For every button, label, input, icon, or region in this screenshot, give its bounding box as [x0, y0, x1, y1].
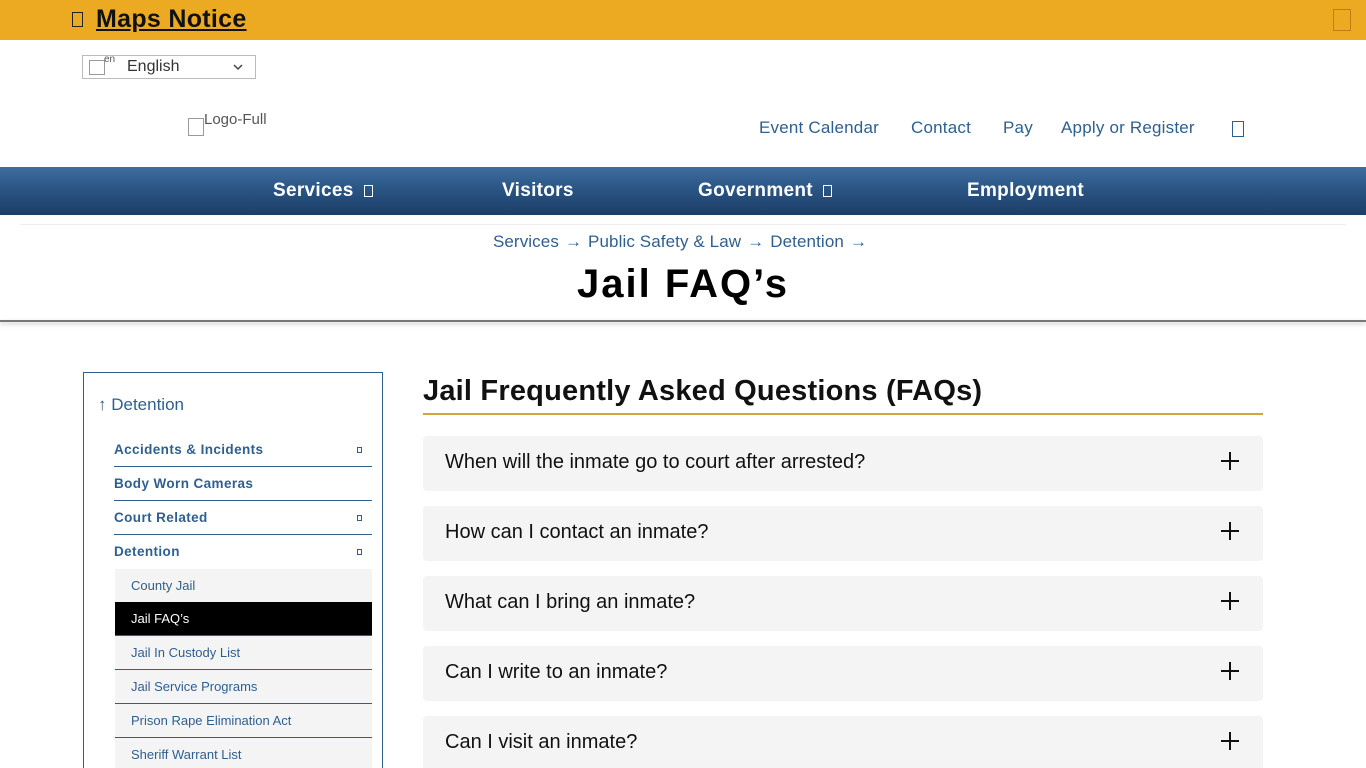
sidebar-subitem-jail-service-programs[interactable]: Jail Service Programs	[115, 670, 372, 704]
sidebar-subitem-prison-rape-elimination-act[interactable]: Prison Rape Elimination Act	[115, 704, 372, 738]
divider	[20, 224, 1346, 225]
nav-services-label: Services	[273, 180, 354, 201]
language-select[interactable]: en English	[82, 54, 256, 79]
language-label: English	[127, 58, 180, 75]
plus-icon[interactable]	[1221, 592, 1239, 610]
breadcrumb-services[interactable]: Services	[493, 232, 559, 251]
apply-or-register-link[interactable]: Apply or Register	[1061, 118, 1195, 138]
sidebar-item-accidents-incidents[interactable]: Accidents & Incidents	[114, 433, 372, 467]
breadcrumb-separator: →	[564, 232, 583, 251]
faq-question: Can I visit an inmate?	[445, 731, 638, 753]
faq-question: How can I contact an inmate?	[445, 521, 709, 543]
chevron-down-icon	[822, 185, 832, 197]
breadcrumb: Services → Public Safety & Law → Detention →	[0, 232, 1366, 252]
faq-question: What can I bring an inmate?	[445, 591, 696, 613]
faq-question: Can I write to an inmate?	[445, 661, 668, 683]
sidebar: ↑ Detention Accidents & Incidents Body W…	[83, 372, 383, 768]
faq-item[interactable]: When will the inmate go to court after a…	[423, 436, 1263, 491]
nav-services[interactable]: Services	[273, 180, 373, 202]
flag-alt-text: en	[104, 54, 116, 65]
plus-icon[interactable]	[1221, 732, 1239, 750]
sidebar-item-label: Detention	[114, 544, 180, 559]
sidebar-subitem-label: Jail FAQ’s	[131, 611, 190, 626]
sidebar-item-detention[interactable]: Detention	[114, 535, 372, 569]
logo-alt-text: Logo-Full	[204, 111, 267, 128]
sidebar-subitem-sheriff-warrant-list[interactable]: Sheriff Warrant List	[115, 738, 372, 768]
nav-government-label: Government	[698, 180, 813, 201]
warning-icon	[72, 12, 83, 27]
expand-icon[interactable]	[357, 447, 362, 453]
sidebar-item-label: Accidents & Incidents	[114, 442, 264, 457]
nav-employment[interactable]: Employment	[967, 180, 1084, 202]
event-calendar-link[interactable]: Event Calendar	[759, 118, 879, 138]
contact-link[interactable]: Contact	[911, 118, 971, 138]
sidebar-subitem-jail-faqs[interactable]: Jail FAQ’s	[115, 602, 372, 636]
chevron-down-icon	[363, 185, 373, 197]
sidebar-parent-link[interactable]: ↑ Detention	[98, 395, 184, 415]
pay-link[interactable]: Pay	[1003, 118, 1033, 138]
plus-icon[interactable]	[1221, 662, 1239, 680]
faq-item[interactable]: Can I write to an inmate?	[423, 646, 1263, 701]
sidebar-item-court-related[interactable]: Court Related	[114, 501, 372, 535]
sidebar-item-label: Court Related	[114, 510, 208, 525]
sidebar-subitem-label: Jail Service Programs	[131, 679, 258, 694]
chevron-down-icon	[233, 64, 243, 71]
nav-government[interactable]: Government	[698, 180, 832, 202]
maps-notice-bar: Maps Notice	[0, 0, 1366, 40]
sidebar-item-body-worn-cameras[interactable]: Body Worn Cameras	[114, 467, 372, 501]
page-title: Jail FAQ’s	[577, 262, 789, 306]
expand-icon[interactable]	[357, 515, 362, 521]
main-nav: Services Visitors Government Employment	[0, 167, 1366, 215]
sidebar-subitem-label: County Jail	[131, 578, 196, 593]
breadcrumb-separator: →	[849, 232, 868, 251]
faq-question: When will the inmate go to court after a…	[445, 451, 866, 473]
faq-item[interactable]: What can I bring an inmate?	[423, 576, 1263, 631]
sidebar-item-label: Body Worn Cameras	[114, 476, 254, 491]
content-title-underline	[423, 413, 1263, 415]
expand-icon[interactable]	[357, 549, 362, 555]
nav-visitors-label: Visitors	[502, 180, 574, 201]
breadcrumb-public-safety-law[interactable]: Public Safety & Law	[588, 232, 741, 251]
sidebar-subitem-label: Sheriff Warrant List	[131, 747, 242, 762]
sidebar-subitem-label: Jail In Custody List	[131, 645, 241, 660]
plus-icon[interactable]	[1221, 522, 1239, 540]
nav-visitors[interactable]: Visitors	[502, 180, 574, 202]
breadcrumb-separator: →	[747, 232, 765, 251]
sidebar-subitem-label: Prison Rape Elimination Act	[131, 713, 292, 728]
search-icon[interactable]	[1232, 121, 1244, 137]
faq-item[interactable]: How can I contact an inmate?	[423, 506, 1263, 561]
content-title: Jail Frequently Asked Questions (FAQs)	[423, 375, 983, 407]
sidebar-subitem-jail-in-custody-list[interactable]: Jail In Custody List	[115, 636, 372, 670]
header-divider	[0, 320, 1366, 322]
breadcrumb-detention[interactable]: Detention	[770, 232, 844, 251]
plus-icon[interactable]	[1221, 452, 1239, 470]
logo-image[interactable]	[188, 118, 204, 136]
maps-notice-link[interactable]: Maps Notice	[96, 5, 247, 34]
flag-icon	[89, 60, 105, 75]
nav-employment-label: Employment	[967, 180, 1085, 201]
close-icon[interactable]	[1333, 9, 1351, 31]
faq-item[interactable]: Can I visit an inmate?	[423, 716, 1263, 768]
sidebar-subitem-county-jail[interactable]: County Jail	[115, 569, 372, 603]
